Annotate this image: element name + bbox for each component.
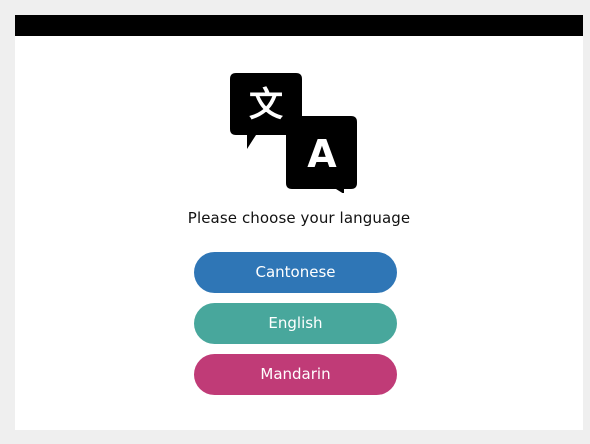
language-prompt: Please choose your language bbox=[187, 209, 411, 227]
translate-icon-right-glyph: A bbox=[307, 132, 337, 176]
mandarin-button[interactable]: Mandarin bbox=[194, 354, 397, 395]
top-bar bbox=[15, 15, 583, 36]
cantonese-button[interactable]: Cantonese bbox=[194, 252, 397, 293]
english-button[interactable]: English bbox=[194, 303, 397, 344]
translate-icon: 文 A bbox=[230, 73, 357, 193]
translate-icon-left-glyph: 文 bbox=[249, 85, 283, 125]
